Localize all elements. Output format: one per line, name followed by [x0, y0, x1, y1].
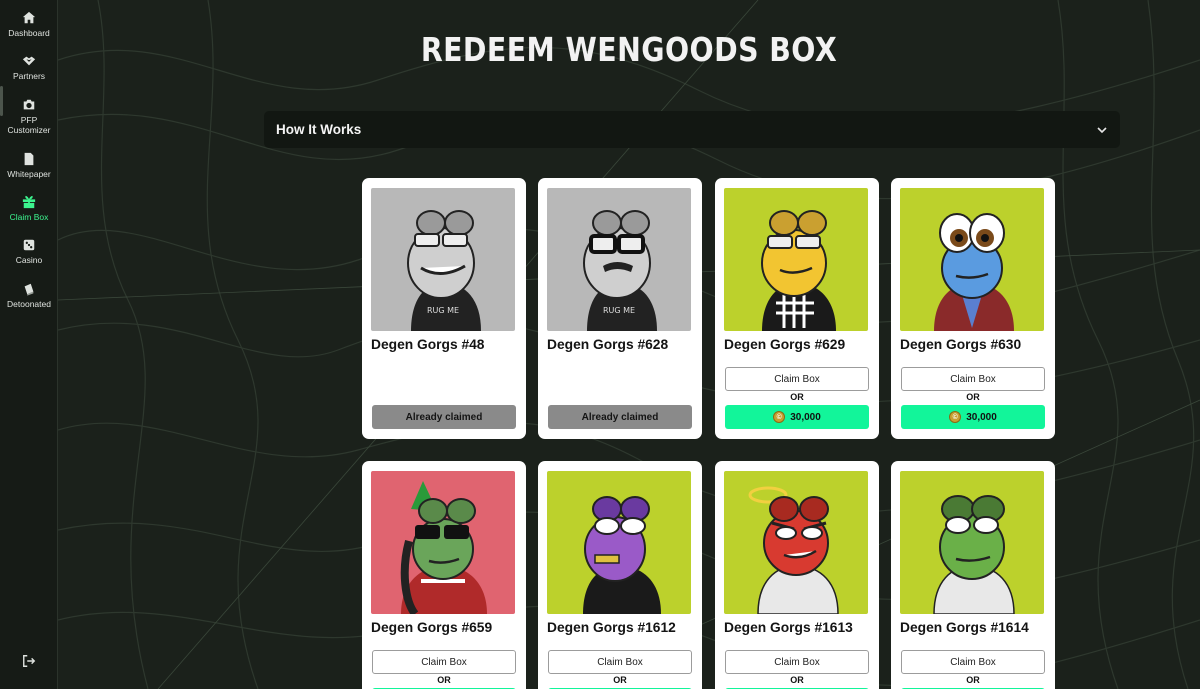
card-title: Degen Gorgs #630 [900, 337, 1022, 352]
or-separator: OR [790, 392, 804, 402]
frog-avatar-image: RUG ME [547, 188, 691, 331]
svg-text:RUG ME: RUG ME [427, 306, 459, 315]
frog-avatar-image [900, 471, 1044, 614]
sidebar-item-label: Partners [12, 71, 46, 81]
claim-box-button[interactable]: Claim Box [901, 650, 1045, 674]
card-title: Degen Gorgs #1614 [900, 620, 1029, 635]
nft-card: Degen Gorgs #1614 Claim Box OR [891, 461, 1055, 689]
nft-card: Degen Gorgs #1613 Claim Box OR [715, 461, 879, 689]
page-title: REDEEM WENGOODS BOX [420, 30, 838, 69]
card-title: Degen Gorgs #1613 [724, 620, 853, 635]
frog-avatar-image [371, 471, 515, 614]
nft-card: Degen Gorgs #1612 Claim Box OR [538, 461, 702, 689]
or-separator: OR [966, 675, 980, 685]
sidebar-item-whitepaper[interactable]: Whitepaper [0, 152, 58, 179]
sidebar-item-label: Casino [15, 255, 43, 265]
price-label: 30,000 [790, 411, 821, 423]
how-it-works-accordion[interactable]: How It Works [264, 111, 1120, 148]
buy-with-coins-button[interactable]: © 30,000 [901, 405, 1045, 429]
logout-icon[interactable] [22, 654, 36, 668]
sidebar-item-label: Dashboard [8, 28, 50, 38]
nft-card: Degen Gorgs #659 Claim Box OR [362, 461, 526, 689]
sidebar: Dashboard Partners PFP Customizer Whitep… [0, 0, 58, 689]
or-separator: OR [790, 675, 804, 685]
frog-avatar-image: RUG ME [371, 188, 515, 331]
detoonated-icon [24, 283, 34, 296]
frog-avatar-image [547, 471, 691, 614]
home-icon [22, 11, 36, 24]
price-label: 30,000 [966, 411, 997, 423]
nft-image: RUG ME [547, 188, 691, 331]
sidebar-item-claim-box[interactable]: Claim Box [0, 195, 58, 222]
already-claimed-button[interactable]: Already claimed [372, 405, 516, 429]
card-title: Degen Gorgs #659 [371, 620, 493, 635]
nft-card: Degen Gorgs #629 Claim Box OR © 30,000 [715, 178, 879, 439]
coin-icon: © [773, 411, 786, 423]
sidebar-item-dashboard[interactable]: Dashboard [0, 11, 58, 38]
nft-image [900, 188, 1044, 331]
nft-image [724, 188, 868, 331]
chevron-down-icon [1097, 126, 1107, 133]
camera-icon [23, 99, 35, 110]
nft-card: RUG ME Degen Gorgs #48 Already claimed [362, 178, 526, 439]
claim-box-button[interactable]: Claim Box [372, 650, 516, 674]
frog-avatar-image [724, 471, 868, 614]
sidebar-item-label: Detoonated [7, 299, 51, 309]
claim-box-button[interactable]: Claim Box [725, 367, 869, 391]
card-title: Degen Gorgs #1612 [547, 620, 676, 635]
card-title: Degen Gorgs #48 [371, 337, 485, 352]
claim-box-button[interactable]: Claim Box [548, 650, 692, 674]
handshake-icon [22, 56, 36, 66]
sidebar-item-label: PFP Customizer [7, 115, 51, 135]
sidebar-item-pfp-customizer[interactable]: PFP Customizer [0, 98, 58, 135]
or-separator: OR [437, 675, 451, 685]
card-title: Degen Gorgs #628 [547, 337, 669, 352]
document-icon [24, 152, 34, 166]
sidebar-item-detoonated[interactable]: Detoonated [0, 282, 58, 309]
nft-image [547, 471, 691, 614]
nft-card: RUG ME Degen Gorgs #628 Already claimed [538, 178, 702, 439]
dice-icon [23, 239, 35, 251]
sidebar-item-label: Whitepaper [7, 169, 51, 179]
card-title: Degen Gorgs #629 [724, 337, 846, 352]
nft-image [371, 471, 515, 614]
frog-avatar-image [900, 188, 1044, 331]
nft-card: Degen Gorgs #630 Claim Box OR © 30,000 [891, 178, 1055, 439]
coin-icon: © [949, 411, 962, 423]
already-claimed-button[interactable]: Already claimed [548, 405, 692, 429]
sidebar-item-casino[interactable]: Casino [0, 238, 58, 265]
sidebar-item-label: Claim Box [9, 212, 49, 222]
buy-with-coins-button[interactable]: © 30,000 [725, 405, 869, 429]
or-separator: OR [966, 392, 980, 402]
claim-box-button[interactable]: Claim Box [725, 650, 869, 674]
svg-text:RUG ME: RUG ME [603, 306, 635, 315]
gift-icon [22, 195, 36, 209]
nft-image [724, 471, 868, 614]
nft-image: RUG ME [371, 188, 515, 331]
or-separator: OR [613, 675, 627, 685]
accordion-title: How It Works [276, 122, 362, 137]
sidebar-item-partners[interactable]: Partners [0, 54, 58, 81]
claim-box-button[interactable]: Claim Box [901, 367, 1045, 391]
frog-avatar-image [724, 188, 868, 331]
nft-image [900, 471, 1044, 614]
